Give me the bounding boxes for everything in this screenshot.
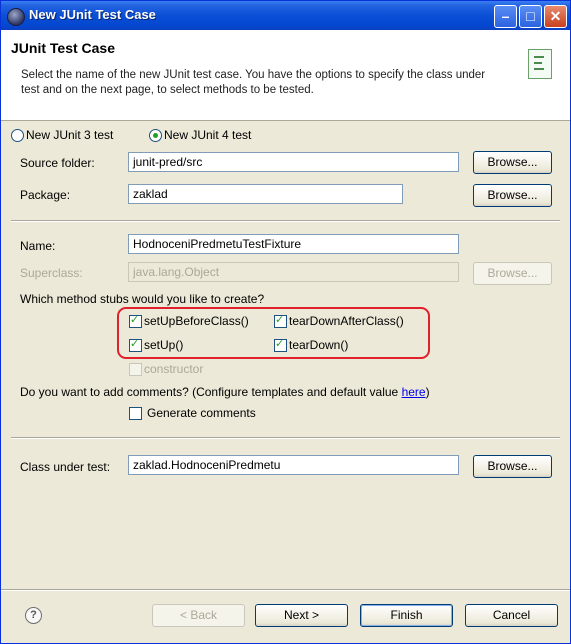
superclass-field: java.lang.Object (128, 262, 459, 282)
class-under-test-field[interactable]: zaklad.HodnoceniPredmetu (128, 455, 459, 475)
generate-comments-checkbox[interactable] (129, 407, 142, 420)
next-button[interactable]: Next > (255, 604, 348, 627)
footer-separator (1, 589, 570, 591)
source-folder-browse-button[interactable]: Browse... (473, 151, 552, 174)
junit-wizard-icon (528, 49, 552, 79)
constructor-checkbox (129, 363, 142, 376)
name-field[interactable]: HodnoceniPredmetuTestFixture (128, 234, 459, 254)
close-button[interactable]: ✕ (544, 5, 567, 28)
separator (11, 437, 560, 439)
configure-templates-link[interactable]: here (402, 385, 426, 399)
comments-question: Do you want to add comments? (Configure … (20, 385, 430, 399)
source-folder-label: Source folder: (20, 156, 95, 170)
maximize-button[interactable]: □ (519, 5, 542, 28)
package-label: Package: (20, 188, 71, 202)
junit3-radio[interactable] (11, 129, 24, 142)
junit4-label[interactable]: New JUnit 4 test (164, 128, 251, 142)
separator (11, 220, 560, 222)
superclass-browse-button: Browse... (473, 262, 552, 285)
back-button: < Back (152, 604, 245, 627)
constructor-label: constructor (144, 362, 204, 376)
comments-question-end: ) (425, 385, 430, 399)
minimize-button[interactable]: – (494, 5, 517, 28)
junit-dialog: New JUnit Test Case – □ ✕ JUnit Test Cas… (0, 0, 571, 644)
highlight-annotation (117, 307, 430, 359)
finish-button[interactable]: Finish (360, 604, 453, 627)
package-browse-button[interactable]: Browse... (473, 184, 552, 207)
class-under-test-browse-button[interactable]: Browse... (473, 455, 552, 478)
wizard-header: JUnit Test Case Select the name of the n… (1, 30, 570, 121)
source-folder-field[interactable]: junit-pred/src (128, 152, 459, 172)
name-label: Name: (20, 239, 56, 253)
comments-question-text: Do you want to add comments? (Configure … (20, 385, 402, 399)
cancel-button[interactable]: Cancel (465, 604, 558, 627)
help-icon[interactable]: ? (25, 607, 42, 624)
title-bar[interactable]: New JUnit Test Case – □ ✕ (1, 1, 570, 30)
eclipse-icon (7, 8, 25, 26)
junit4-radio[interactable] (149, 129, 162, 142)
generate-comments-label[interactable]: Generate comments (147, 406, 256, 420)
page-description: Select the name of the new JUnit test ca… (21, 69, 486, 96)
class-under-test-label: Class under test: (20, 460, 111, 474)
stubs-question: Which method stubs would you like to cre… (20, 292, 265, 306)
junit3-label[interactable]: New JUnit 3 test (26, 128, 113, 142)
page-title: JUnit Test Case (11, 40, 115, 56)
package-field[interactable]: zaklad (128, 184, 403, 204)
superclass-label: Superclass: (20, 266, 83, 280)
window-title: New JUnit Test Case (29, 7, 156, 22)
